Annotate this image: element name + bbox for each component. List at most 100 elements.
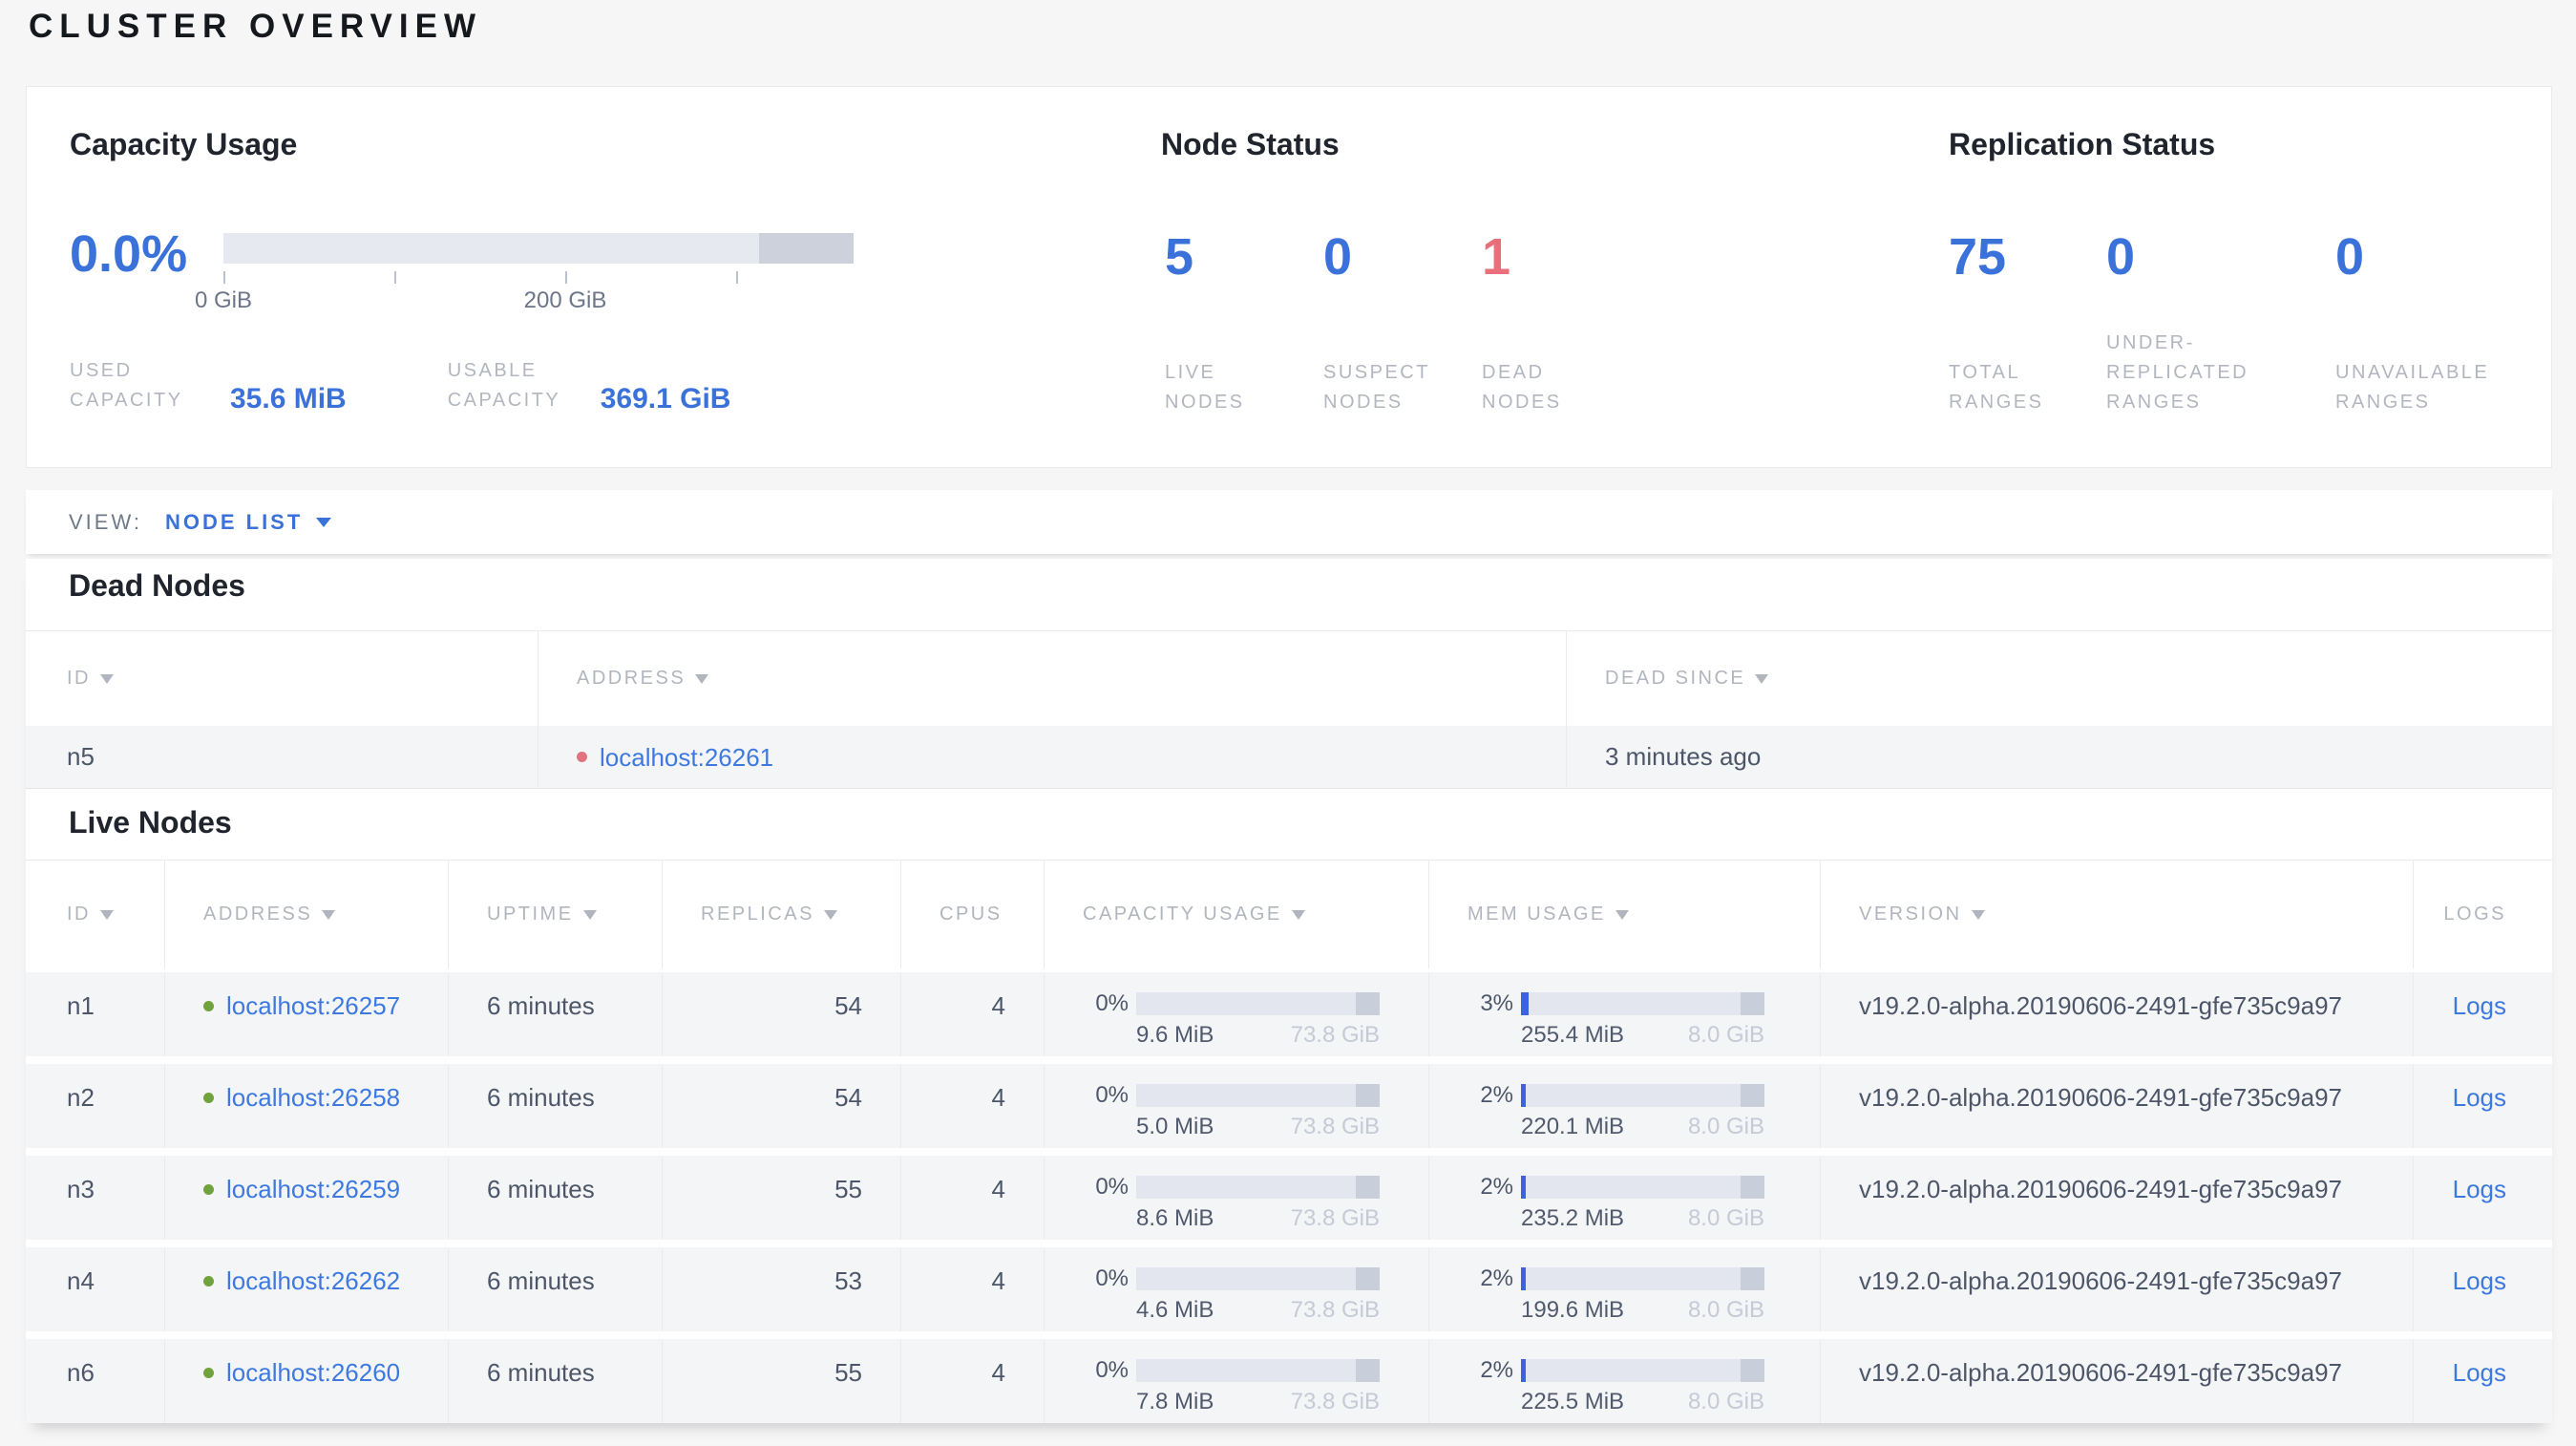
column-header-id[interactable]: ID — [26, 631, 538, 726]
logs-cell: Logs — [2413, 1247, 2552, 1331]
sort-desc-icon — [1291, 909, 1305, 920]
table-row: n6 localhost:26260 6 minutes 55 4 0% 7.8… — [26, 1339, 2552, 1423]
sort-desc-icon — [823, 909, 837, 920]
column-header-version[interactable]: VERSION — [1820, 861, 2413, 968]
under-replicated-count: 0 — [2106, 228, 2136, 286]
node-id-cell: n2 — [67, 1083, 95, 1112]
logs-link[interactable]: Logs — [2453, 1175, 2506, 1203]
cpus-cell: 4 — [900, 1156, 1044, 1240]
column-header-mem-usage[interactable]: MEM USAGE — [1428, 861, 1820, 968]
live-nodes-rows: n1 localhost:26257 6 minutes 54 4 0% 9.6… — [26, 972, 2552, 1423]
node-address-cell: localhost:26262 — [164, 1247, 448, 1331]
capacity-mini-bar — [1136, 1176, 1380, 1199]
sort-desc-icon — [1615, 909, 1629, 920]
used-capacity-label: USED CAPACITY — [70, 360, 183, 411]
node-address-link[interactable]: localhost:26258 — [226, 1083, 400, 1112]
node-id-cell: n6 — [67, 1358, 95, 1387]
node-address-link[interactable]: localhost:26257 — [226, 991, 400, 1020]
mem-mini-bar — [1521, 1084, 1764, 1107]
unavailable-ranges-stat: 0 UNAVAILABLE RANGES — [2335, 230, 2553, 417]
cluster-overview-page: CLUSTER OVERVIEW Capacity Usage Node Sta… — [0, 0, 2576, 1446]
logs-link[interactable]: Logs — [2453, 1266, 2506, 1295]
node-address-cell: localhost:26258 — [164, 1064, 448, 1148]
dead-since-cell: 3 minutes ago — [1566, 726, 2552, 788]
capacity-usage-title: Capacity Usage — [70, 127, 298, 161]
unavailable-ranges-label: UNAVAILABLE RANGES — [2335, 362, 2490, 413]
capacity-mini-bar — [1136, 1084, 1380, 1107]
uptime-cell: 6 minutes — [448, 1339, 662, 1423]
axis-tick-label: 200 GiB — [523, 287, 607, 313]
view-selected-value: NODE LIST — [164, 509, 304, 534]
mem-usage-cell: 2% 220.1 MiB 8.0 GiB — [1428, 1064, 1820, 1148]
version-cell: v19.2.0-alpha.20190606-2491-gfe735c9a97 — [1820, 1064, 2413, 1148]
column-header-logs: LOGS — [2413, 861, 2552, 968]
capacity-usage-cell: 0% 8.6 MiB 73.8 GiB — [1044, 1156, 1428, 1240]
dead-nodes-label: DEAD NODES — [1482, 362, 1562, 413]
live-status-icon — [203, 1000, 214, 1011]
column-header-replicas[interactable]: REPLICAS — [662, 861, 900, 968]
node-status-stats: 5 LIVE NODES 0 SUSPECT NODES 1 DEAD NODE… — [1165, 230, 1640, 417]
uptime-cell: 6 minutes — [448, 1247, 662, 1331]
live-nodes-count: 5 — [1165, 228, 1194, 286]
replicas-cell: 53 — [662, 1247, 900, 1331]
column-header-dead-since[interactable]: DEAD SINCE — [1566, 631, 2552, 726]
total-ranges-stat: 75 TOTAL RANGES — [1949, 230, 2106, 417]
cpus-cell: 4 — [900, 1339, 1044, 1423]
version-cell: v19.2.0-alpha.20190606-2491-gfe735c9a97 — [1820, 1339, 2413, 1423]
dead-nodes-heading: Dead Nodes — [69, 568, 245, 603]
capacity-usage-bar — [223, 233, 854, 264]
suspect-nodes-count: 0 — [1323, 228, 1353, 286]
sort-desc-icon — [582, 909, 597, 920]
usable-capacity-stat: USABLE CAPACITY 369.1 GiB — [448, 356, 731, 415]
under-replicated-label: UNDER-REPLICATED RANGES — [2106, 332, 2249, 413]
table-row: n3 localhost:26259 6 minutes 55 4 0% 8.6… — [26, 1156, 2552, 1240]
chevron-down-icon — [316, 517, 332, 527]
node-id-cell: n4 — [67, 1266, 95, 1295]
mem-mini-bar — [1521, 992, 1764, 1015]
replicas-cell: 55 — [662, 1339, 900, 1423]
dead-nodes-table-header: ID ADDRESS DEAD SINCE — [26, 630, 2552, 726]
uptime-cell: 6 minutes — [448, 972, 662, 1056]
node-address-cell: localhost:26261 — [538, 726, 1566, 788]
column-header-cpus[interactable]: CPUS — [900, 861, 1044, 968]
node-address-link[interactable]: localhost:26262 — [226, 1266, 400, 1295]
logs-cell: Logs — [2413, 1339, 2552, 1423]
column-header-address[interactable]: ADDRESS — [164, 861, 448, 968]
cpus-cell: 4 — [900, 1247, 1044, 1331]
capacity-usage-cell: 0% 7.8 MiB 73.8 GiB — [1044, 1339, 1428, 1423]
sort-desc-icon — [1971, 909, 1985, 920]
logs-link[interactable]: Logs — [2453, 991, 2506, 1020]
mem-mini-bar — [1521, 1359, 1764, 1382]
column-header-address[interactable]: ADDRESS — [538, 631, 1566, 726]
axis-tick — [223, 271, 225, 284]
node-address-link[interactable]: localhost:26259 — [226, 1175, 400, 1203]
mem-usage-cell: 3% 255.4 MiB 8.0 GiB — [1428, 972, 1820, 1056]
axis-tick-label: 0 GiB — [194, 287, 253, 313]
column-header-id[interactable]: ID — [26, 861, 164, 968]
node-address-link[interactable]: localhost:26260 — [226, 1358, 400, 1387]
suspect-nodes-stat: 0 SUSPECT NODES — [1323, 230, 1482, 417]
node-status-title: Node Status — [1161, 127, 1340, 161]
replicas-cell: 54 — [662, 1064, 900, 1148]
logs-link[interactable]: Logs — [2453, 1083, 2506, 1112]
version-cell: v19.2.0-alpha.20190606-2491-gfe735c9a97 — [1820, 1156, 2413, 1240]
view-dropdown[interactable]: NODE LIST — [164, 509, 332, 535]
live-status-icon — [203, 1183, 214, 1195]
live-status-icon — [203, 1092, 214, 1103]
node-id-cell: n5 — [67, 742, 95, 771]
logs-link[interactable]: Logs — [2453, 1358, 2506, 1387]
table-row: n1 localhost:26257 6 minutes 54 4 0% 9.6… — [26, 972, 2552, 1056]
node-address-link[interactable]: localhost:26261 — [600, 743, 773, 772]
mem-usage-cell: 2% 235.2 MiB 8.0 GiB — [1428, 1156, 1820, 1240]
axis-tick — [394, 271, 396, 284]
used-capacity-value: 35.6 MiB — [230, 383, 347, 415]
node-id-cell: n3 — [67, 1175, 95, 1203]
nodes-panel: Dead Nodes ID ADDRESS DEAD SINCE n5 loca… — [26, 559, 2552, 1423]
view-selector-bar: VIEW: NODE LIST — [26, 490, 2552, 554]
column-header-capacity-usage[interactable]: CAPACITY USAGE — [1044, 861, 1428, 968]
capacity-used-percent: 0.0% — [70, 225, 188, 283]
table-row: n4 localhost:26262 6 minutes 53 4 0% 4.6… — [26, 1247, 2552, 1331]
column-header-uptime[interactable]: UPTIME — [448, 861, 662, 968]
cpus-cell: 4 — [900, 972, 1044, 1056]
suspect-nodes-label: SUSPECT NODES — [1323, 362, 1430, 413]
